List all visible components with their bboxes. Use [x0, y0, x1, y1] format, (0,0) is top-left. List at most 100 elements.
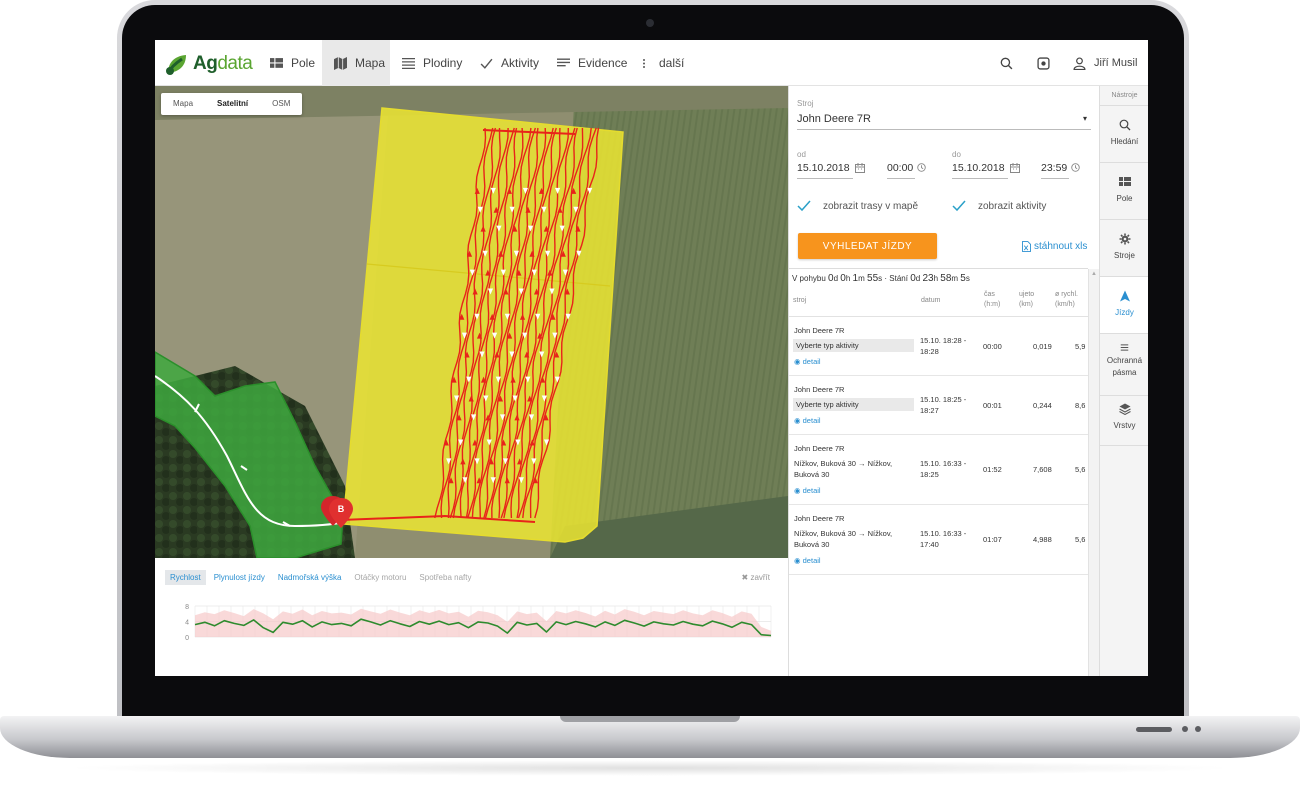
chart-tab-rychlost[interactable]: Rychlost — [165, 570, 206, 585]
tool-label-line2: pásma — [1112, 368, 1137, 377]
col-header-time-label: čas — [984, 291, 995, 298]
laptop-shadow — [60, 760, 1240, 776]
from-date-input[interactable]: 15.10.2018 — [797, 162, 850, 174]
nav-item-pole[interactable]: Pole — [270, 40, 315, 86]
map-icon — [334, 56, 347, 70]
table-row[interactable]: John Deere 7R Nížkov, Buková 30 → Nížkov… — [789, 505, 1088, 575]
activity-type-select[interactable]: Vyberte typ aktivity — [793, 398, 914, 411]
standing-label: Stání — [889, 274, 908, 283]
machine-select-underline — [797, 129, 1091, 130]
table-row[interactable]: John Deere 7R Nížkov, Buková 30 → Nížkov… — [789, 435, 1088, 505]
row-detail-label: detail — [802, 556, 821, 565]
nav-farm-button[interactable] — [1037, 40, 1050, 86]
nav-search-button[interactable] — [1000, 40, 1013, 86]
table-row[interactable]: John Deere 7R Vyberte typ aktivity ◉ det… — [789, 376, 1088, 435]
col-header-machine[interactable]: stroj — [793, 296, 806, 306]
tool-rides[interactable]: Jízdy — [1100, 277, 1148, 334]
camera-icon — [646, 19, 654, 27]
layer-osm[interactable]: OSM — [260, 93, 302, 115]
row-machine: John Deere 7R — [794, 514, 845, 523]
clock-icon[interactable] — [917, 163, 926, 172]
satellite-map[interactable]: B Mapa Satelitní OSM — [155, 86, 788, 558]
excel-file-icon — [1022, 241, 1031, 252]
unit-h: h — [933, 274, 939, 283]
nav-user-menu[interactable]: Jiří Musil — [1073, 40, 1137, 86]
row-route-line2: Buková 30 — [794, 470, 830, 479]
calendar-icon[interactable] — [855, 163, 865, 173]
chart-tab-otacky[interactable]: Otáčky motoru — [349, 570, 411, 585]
nav-item-label: Aktivity — [501, 56, 540, 70]
to-time-underline — [1041, 178, 1069, 179]
tool-label: Pole — [1116, 194, 1133, 203]
tool-search[interactable]: Hledání — [1100, 106, 1148, 163]
show-routes-checkbox[interactable]: zobrazit trasy v mapě — [797, 200, 918, 212]
row-route-line2: Buková 30 — [794, 540, 830, 549]
nav-item-label: Pole — [291, 56, 316, 70]
unit-h: h — [845, 274, 851, 283]
search-rides-button[interactable]: VYHLEDAT JÍZDY — [798, 233, 937, 259]
from-time-input[interactable]: 00:00 — [887, 162, 913, 174]
telemetry-chart-panel: Rychlost Plynulost jízdy Nadmořská výška… — [155, 558, 788, 676]
row-date-start: 15.10. 16:33 - — [920, 459, 967, 468]
tool-machines[interactable]: Stroje — [1100, 220, 1148, 277]
nav-item-dalsi[interactable]: další — [639, 40, 684, 86]
layer-mapa[interactable]: Mapa — [161, 93, 205, 115]
top-navbar: Agdata Pole Mapa Plodiny Aktivity Eviden… — [155, 40, 1148, 86]
laptop-base-groove — [560, 716, 740, 722]
table-row[interactable]: John Deere 7R Vyberte typ aktivity ◉ det… — [789, 317, 1088, 376]
scroll-up-icon[interactable]: ▲ — [1091, 271, 1097, 277]
row-detail-link[interactable]: ◉ detail — [794, 357, 821, 366]
col-header-speed[interactable]: ø rychl. (km/h) — [1055, 290, 1078, 310]
tool-layers[interactable]: Vrstvy — [1100, 396, 1148, 446]
row-speed: 5,9 — [1075, 342, 1086, 351]
layers-icon — [1118, 403, 1131, 415]
tool-protection-zones[interactable]: Ochranná pásma — [1100, 334, 1148, 396]
nav-item-plodiny[interactable]: Plodiny — [402, 40, 462, 86]
nav-item-mapa[interactable]: Mapa — [322, 40, 390, 86]
unit-d: d — [833, 274, 839, 283]
tool-fields[interactable]: Pole — [1100, 163, 1148, 220]
calendar-icon[interactable] — [1010, 163, 1020, 173]
list-icon — [402, 57, 415, 69]
navigation-arrow-icon — [1119, 290, 1130, 302]
row-detail-link[interactable]: ◉ detail — [794, 486, 821, 495]
nav-item-evidence[interactable]: Evidence — [557, 40, 627, 86]
show-activities-checkbox[interactable]: zobrazit aktivity — [952, 200, 1046, 212]
gear-icon — [1119, 233, 1130, 245]
row-distance: 0,244 — [1033, 401, 1052, 410]
row-duration: 00:00 — [983, 342, 1002, 351]
chart-tab-nadmorska-vyska[interactable]: Nadmořská výška — [273, 570, 347, 585]
lines-icon — [557, 57, 570, 66]
col-header-date[interactable]: datum — [921, 296, 940, 306]
layer-satelitni[interactable]: Satelitní — [205, 93, 260, 115]
map-layer-switch: Mapa Satelitní OSM — [161, 93, 303, 115]
activity-type-select[interactable]: Vyberte typ aktivity — [793, 339, 914, 352]
rides-panel: Stroj John Deere 7R ▾ od 15.10.2018 00:0… — [788, 86, 1100, 676]
to-date-input[interactable]: 15.10.2018 — [952, 162, 1005, 174]
row-speed: 5,6 — [1075, 535, 1086, 544]
col-header-distance[interactable]: ujeto (km) — [1019, 290, 1034, 310]
download-xls-link[interactable]: stáhnout xls — [1022, 241, 1087, 252]
chevron-down-icon[interactable]: ▾ — [1083, 114, 1087, 123]
machine-select[interactable]: John Deere 7R — [797, 113, 871, 125]
from-label: od — [797, 150, 806, 159]
row-detail-label: detail — [802, 357, 821, 366]
chart-tab-plynulost[interactable]: Plynulost jízdy — [209, 570, 270, 585]
user-icon — [1073, 56, 1086, 70]
standing-minutes: 58 — [940, 273, 952, 284]
download-xls-label: stáhnout xls — [1034, 241, 1088, 252]
chart-tab-spotreba[interactable]: Spotřeba nafty — [414, 570, 476, 585]
row-duration: 00:01 — [983, 401, 1002, 410]
unit-d: d — [915, 274, 921, 283]
clock-icon[interactable] — [1071, 163, 1080, 172]
from-date-underline — [797, 178, 853, 179]
nav-item-aktivity[interactable]: Aktivity — [480, 40, 539, 86]
to-date-underline — [952, 178, 1008, 179]
col-header-time-unit: (h:m) — [984, 301, 1001, 308]
app-logo[interactable]: Agdata — [165, 50, 253, 78]
col-header-time[interactable]: čas (h:m) — [984, 290, 1000, 310]
chart-close-button[interactable]: ✖ zavřít — [742, 573, 770, 582]
row-detail-link[interactable]: ◉ detail — [794, 416, 821, 425]
row-detail-link[interactable]: ◉ detail — [794, 556, 821, 565]
to-time-input[interactable]: 23:59 — [1041, 162, 1067, 174]
